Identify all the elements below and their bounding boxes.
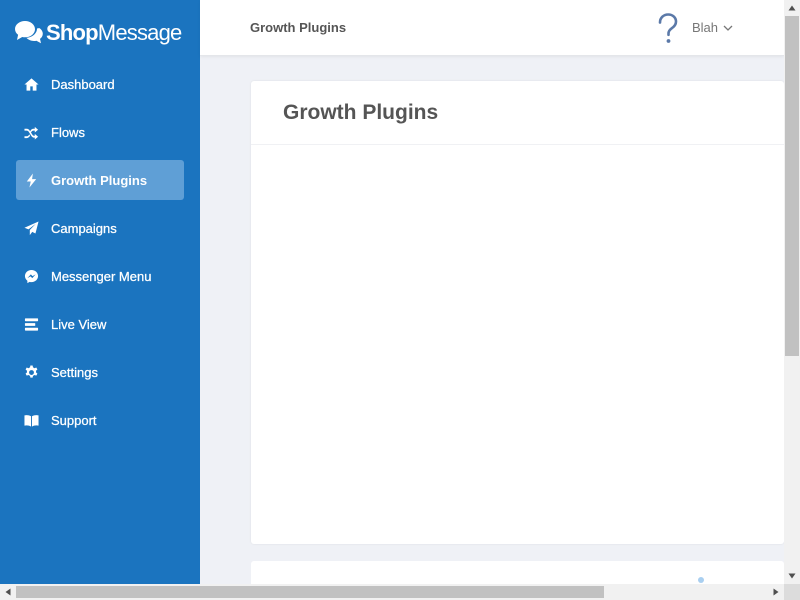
sidebar-nav: Dashboard Flows Growth Plugins Campaigns… — [16, 64, 184, 448]
shopmessage-logo[interactable]: ShopMessage — [14, 16, 182, 50]
sidebar-item-growth-plugins[interactable]: Growth Plugins — [16, 160, 184, 200]
horizontal-scrollbar[interactable] — [0, 584, 784, 600]
question-mark-icon[interactable] — [655, 12, 681, 46]
user-name: Blah — [692, 20, 719, 35]
paper-plane-icon — [23, 220, 39, 236]
loading-dot-icon — [698, 577, 704, 583]
sidebar-item-label: Live View — [51, 316, 107, 332]
gear-icon — [23, 364, 39, 380]
bolt-icon — [23, 172, 39, 188]
vertical-scrollbar[interactable] — [784, 0, 800, 584]
sidebar-item-label: Settings — [51, 364, 98, 380]
sidebar-item-live-view[interactable]: Live View — [16, 304, 184, 344]
sidebar-item-messenger-menu[interactable]: Messenger Menu — [16, 256, 184, 296]
scroll-down-arrow-icon[interactable] — [784, 568, 800, 584]
card-header: Growth Plugins — [251, 81, 784, 145]
vertical-scrollbar-thumb[interactable] — [785, 16, 799, 356]
logo-text-rest: Message — [97, 20, 182, 45]
scroll-up-arrow-icon[interactable] — [784, 0, 800, 16]
book-icon — [23, 412, 39, 428]
card-title: Growth Plugins — [283, 100, 439, 124]
sidebar-item-support[interactable]: Support — [16, 400, 184, 440]
sidebar-item-label: Dashboard — [51, 76, 115, 92]
sidebar-item-label: Support — [51, 412, 97, 428]
shuffle-icon — [23, 124, 39, 140]
home-icon — [23, 76, 39, 92]
growth-plugins-card: Growth Plugins — [251, 81, 784, 544]
sidebar-item-flows[interactable]: Flows — [16, 112, 184, 152]
chevron-down-icon — [723, 25, 733, 31]
sidebar-item-label: Messenger Menu — [51, 268, 152, 284]
messenger-icon — [23, 268, 39, 284]
chat-bubbles-icon — [15, 21, 43, 44]
sidebar-item-campaigns[interactable]: Campaigns — [16, 208, 184, 248]
user-menu[interactable]: Blah — [692, 20, 733, 35]
scrollbar-corner — [784, 584, 800, 600]
page-breadcrumb-title: Growth Plugins — [250, 20, 347, 35]
scroll-left-arrow-icon[interactable] — [0, 584, 16, 600]
sidebar-item-label: Flows — [51, 124, 85, 140]
top-bar: Growth Plugins Blah — [200, 0, 784, 56]
sidebar-item-settings[interactable]: Settings — [16, 352, 184, 392]
horizontal-scrollbar-thumb[interactable] — [16, 586, 604, 598]
scroll-right-arrow-icon[interactable] — [768, 584, 784, 600]
logo-text-bold: Shop — [46, 20, 99, 45]
sidebar: ShopMessage Dashboard Flows Growth Plugi… — [0, 0, 200, 584]
sidebar-item-label: Growth Plugins — [51, 172, 148, 188]
list-icon — [23, 316, 39, 332]
sidebar-item-dashboard[interactable]: Dashboard — [16, 64, 184, 104]
sidebar-item-label: Campaigns — [51, 220, 117, 236]
